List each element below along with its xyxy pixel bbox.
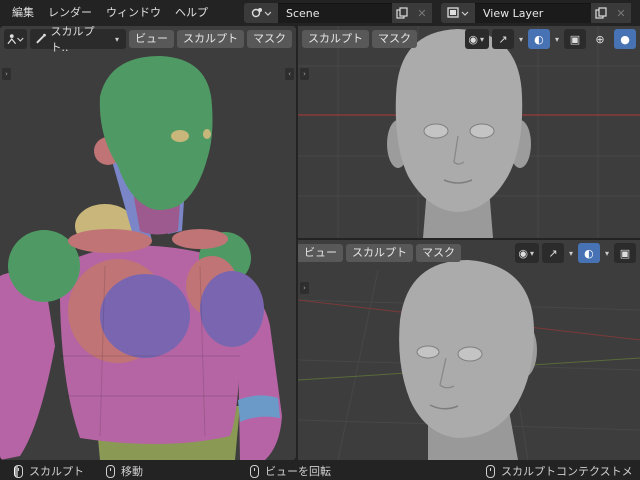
solid-sphere-icon: ● <box>620 32 630 46</box>
xray-icon: ▣ <box>569 32 581 46</box>
xray-icon: ▣ <box>619 246 631 260</box>
delete-scene-button[interactable]: ✕ <box>412 3 432 23</box>
mask-menu-button[interactable]: マスク <box>372 30 417 48</box>
view-layer-browse-button[interactable] <box>441 3 475 23</box>
sidebar-expand-arrow-icon[interactable]: ‹ <box>285 68 294 80</box>
copy-icon <box>595 7 607 19</box>
visibility-selector[interactable]: ◉ ▾ <box>515 243 539 263</box>
status-left-click: スカルプト <box>14 463 84 479</box>
globe-icon: ⊕ <box>595 32 605 46</box>
viewport-top-right[interactable]: スカルプト マスク ◉ ▾ ↗ ▾ ◐ ▾ ▣ ⊕ ● › <box>298 26 640 238</box>
mouse-right-icon <box>486 464 495 478</box>
view-menu-button[interactable]: ビュー <box>129 30 174 48</box>
scene-selector: Scene ✕ <box>244 3 432 23</box>
mouse-middle-icon <box>250 464 259 478</box>
menu-edit[interactable]: 編集 <box>6 0 42 26</box>
view-layer-name-field[interactable]: View Layer <box>475 3 591 23</box>
chevron-down-icon: ▾ <box>529 248 534 258</box>
sculpt-menu-button[interactable]: スカルプト <box>346 244 413 262</box>
status-left-label: スカルプト <box>29 465 84 478</box>
scene-name-field[interactable]: Scene <box>278 3 392 23</box>
eye-icon: ◉ <box>518 246 528 260</box>
xray-toggle[interactable]: ▣ <box>614 243 636 263</box>
scene-browse-button[interactable] <box>244 3 278 23</box>
menu-render[interactable]: レンダー <box>42 0 100 26</box>
mouse-left-icon <box>14 464 23 478</box>
status-right: スカルプトコンテクストメ <box>486 463 633 479</box>
sculpt-body-model[interactable] <box>0 26 296 460</box>
viewport-bottom-right[interactable]: ビュー スカルプト マスク ◉ ▾ ↗ ▾ ◐ ▾ ▣ › <box>298 240 640 460</box>
brush-icon <box>36 33 47 44</box>
eye-icon: ◉ <box>468 32 478 46</box>
chevron-down-icon[interactable]: ▾ <box>553 35 561 44</box>
mask-menu-button[interactable]: マスク <box>247 30 292 48</box>
view-layer-selector: View Layer ✕ <box>441 3 631 23</box>
close-icon: ✕ <box>616 6 626 20</box>
solid-shading-button[interactable]: ● <box>614 29 636 49</box>
figure-icon <box>7 34 24 45</box>
mouse-icon <box>106 464 115 478</box>
main-menu: 編集 レンダー ウィンドウ ヘルプ <box>0 0 216 26</box>
gizmo-icon: ↗ <box>548 246 558 260</box>
viewport-top-right-header: スカルプト マスク ◉ ▾ ↗ ▾ ◐ ▾ ▣ ⊕ ● <box>298 26 640 52</box>
status-middle: ビューを回転 <box>250 463 331 479</box>
gizmo-icon: ↗ <box>498 32 508 46</box>
toolbar-expand-arrow-icon[interactable]: › <box>2 68 11 80</box>
sculpt-menu-button[interactable]: スカルプト <box>177 30 244 48</box>
gizmo-toggle[interactable]: ↗ <box>541 243 564 263</box>
status-context-label: スカルプトコンテクストメ <box>501 465 633 478</box>
close-icon: ✕ <box>417 6 427 20</box>
view-menu-button[interactable]: ビュー <box>298 244 343 262</box>
chevron-down-icon: ▾ <box>479 34 484 44</box>
chevron-down-icon[interactable]: ▾ <box>517 35 525 44</box>
overlays-toggle[interactable]: ◐ <box>527 29 550 49</box>
status-move-label: 移動 <box>121 465 143 478</box>
view-layer-icon <box>447 7 469 18</box>
mode-label: スカルプト.. <box>50 26 95 54</box>
status-rotate-label: ビューを回転 <box>265 465 331 478</box>
menu-help[interactable]: ヘルプ <box>169 0 216 26</box>
overlay-icon: ◐ <box>584 246 594 260</box>
viewport-bottom-right-header: ビュー スカルプト マスク ◉ ▾ ↗ ▾ ◐ ▾ ▣ <box>298 240 640 266</box>
mask-menu-button[interactable]: マスク <box>416 244 461 262</box>
chevron-down-icon[interactable]: ▾ <box>603 249 611 258</box>
xray-toggle[interactable]: ▣ <box>564 29 586 49</box>
sculpt-head-front-model[interactable] <box>298 26 640 238</box>
status-middle-left: 移動 <box>106 463 143 479</box>
viewport-left-header: スカルプト.. ▾ ビュー スカルプト マスク <box>0 26 296 54</box>
visibility-selector[interactable]: ◉ ▾ <box>465 29 489 49</box>
delete-view-layer-button[interactable]: ✕ <box>611 3 631 23</box>
mode-selector[interactable]: スカルプト.. ▾ <box>30 26 126 54</box>
status-bar: スカルプト 移動 ビューを回転 スカルプトコンテクストメ <box>0 460 640 480</box>
overlays-toggle[interactable]: ◐ <box>577 243 600 263</box>
sculpt-head-perspective-model[interactable] <box>298 240 640 460</box>
copy-icon <box>396 7 408 19</box>
sculpt-menu-button[interactable]: スカルプト <box>302 30 369 48</box>
viewport-left[interactable]: スカルプト.. ▾ ビュー スカルプト マスク › ‹ <box>0 26 296 460</box>
overlay-icon: ◐ <box>534 32 544 46</box>
editor-type-button[interactable] <box>4 29 28 49</box>
menu-window[interactable]: ウィンドウ <box>100 0 169 26</box>
new-scene-button[interactable] <box>392 3 412 23</box>
new-view-layer-button[interactable] <box>591 3 611 23</box>
toolbar-expand-arrow-icon[interactable]: › <box>300 68 309 80</box>
chevron-down-icon[interactable]: ▾ <box>567 249 575 258</box>
chevron-down-icon: ▾ <box>114 34 119 44</box>
gizmo-toggle[interactable]: ↗ <box>491 29 514 49</box>
wireframe-shading-button[interactable]: ⊕ <box>589 29 611 49</box>
scene-icon <box>251 8 271 18</box>
top-bar: 編集 レンダー ウィンドウ ヘルプ Scene ✕ View Layer ✕ <box>0 0 640 26</box>
toolbar-expand-arrow-icon[interactable]: › <box>300 282 309 294</box>
